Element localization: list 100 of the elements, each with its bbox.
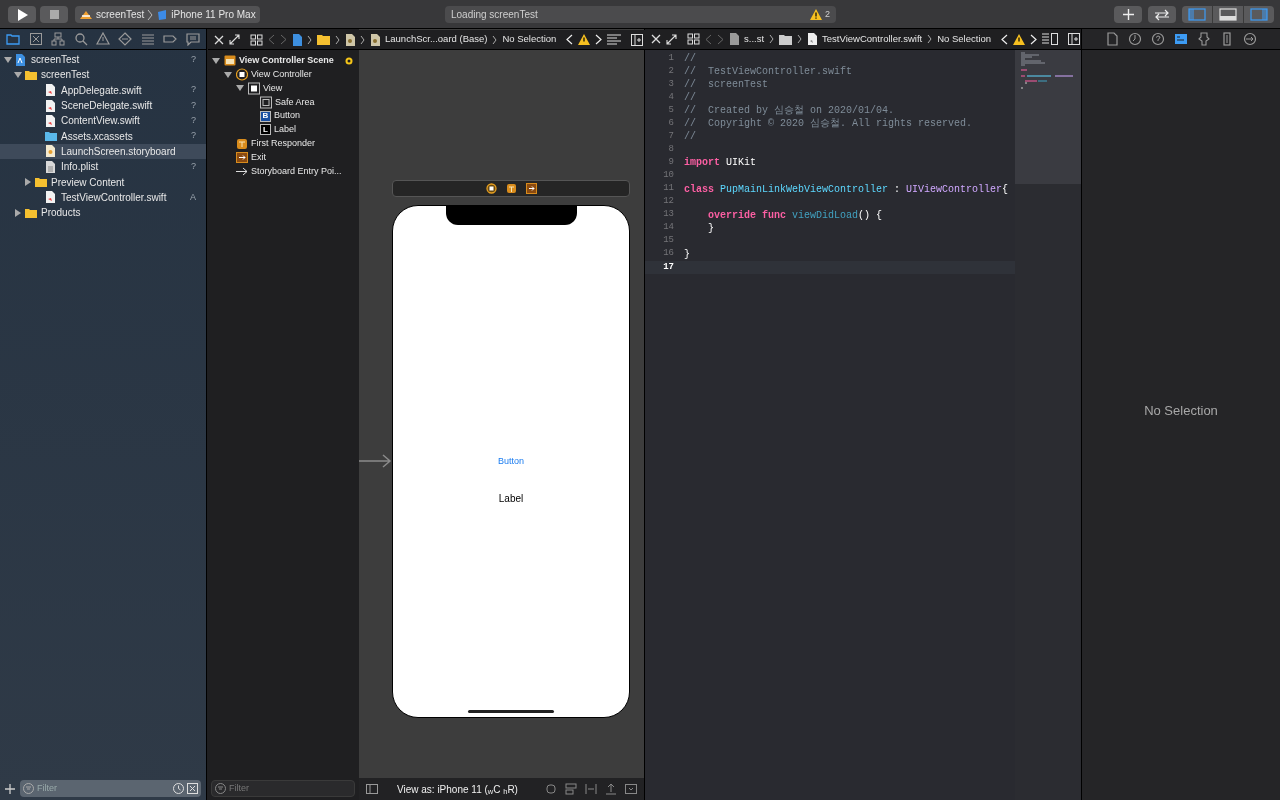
code-line: // screenTest: [684, 78, 768, 92]
storyboard-button[interactable]: Button: [498, 455, 524, 469]
search-icon[interactable]: [73, 32, 88, 46]
diamond-icon[interactable]: [118, 32, 133, 46]
filter-field[interactable]: Filter: [211, 780, 355, 797]
navigator-item[interactable]: Preview Content: [0, 174, 206, 190]
constraints-icon[interactable]: [605, 783, 617, 795]
filter-input[interactable]: Filter: [37, 781, 170, 796]
swift-file-icon[interactable]: [807, 33, 818, 45]
navigator-item[interactable]: SceneDelegate.swift ?: [0, 97, 206, 114]
exit-icon[interactable]: [525, 183, 537, 194]
back-icon[interactable]: [705, 33, 712, 45]
update-frames-icon[interactable]: [545, 783, 557, 795]
close-icon[interactable]: [214, 34, 224, 45]
storyboard-file-icon[interactable]: [370, 33, 380, 46]
outline-label: Button: [274, 109, 302, 123]
navigator-item[interactable]: TestViewController.swift A: [0, 189, 206, 205]
jump-bar-item[interactable]: TestViewController.swift: [822, 31, 923, 47]
clock-icon[interactable]: [1128, 32, 1142, 46]
jump-bar-item[interactable]: LaunchScr...oard (Base): [385, 32, 488, 47]
folder-icon[interactable]: [317, 34, 330, 45]
navigator-item[interactable]: ContentView.swift ?: [0, 113, 206, 129]
jump-bar-item[interactable]: No Selection: [502, 32, 557, 47]
back-icon[interactable]: [268, 34, 275, 45]
outline-label: Label: [274, 123, 298, 137]
previous-issue-icon[interactable]: [566, 34, 574, 45]
file-icon[interactable]: [1105, 32, 1119, 46]
identity-card-icon[interactable]: [1174, 32, 1188, 46]
library-button[interactable]: [1114, 6, 1142, 23]
outline-item[interactable]: First Responder: [207, 136, 359, 151]
run-button[interactable]: [8, 6, 36, 23]
grid-icon[interactable]: [687, 33, 700, 45]
outline-item[interactable]: View Controller Scene: [207, 54, 359, 68]
ruler-icon[interactable]: [1220, 32, 1234, 46]
expand-icon[interactable]: [229, 34, 240, 45]
outline-label: Safe Area: [275, 95, 316, 109]
add-icon[interactable]: [5, 783, 15, 794]
outline-item[interactable]: View Controller: [207, 67, 359, 82]
warning-icon[interactable]: [578, 34, 591, 45]
cube-icon[interactable]: [505, 183, 517, 194]
navigator-item[interactable]: AppDelegate.swift ?: [0, 82, 206, 98]
outline-item[interactable]: L Label: [207, 123, 359, 137]
speech-bubble-icon[interactable]: [185, 32, 200, 46]
project-file-icon[interactable]: [292, 33, 302, 46]
disclosure-triangle-icon[interactable]: [14, 208, 22, 217]
navigator-item[interactable]: Products: [0, 204, 206, 221]
code-line: // Copyright © 2020 심승철. All rights reserved.: [684, 117, 973, 131]
attributes-icon[interactable]: [1197, 32, 1211, 46]
sidebar-toggle-icon[interactable]: [366, 784, 378, 794]
line-number: 13: [662, 208, 675, 222]
resolve-icon[interactable]: [625, 783, 637, 795]
minimap-toggle-icon[interactable]: [1042, 33, 1059, 45]
warning-icon[interactable]: [95, 32, 110, 46]
navigator-item[interactable]: Assets.xcassets ?: [0, 128, 206, 144]
jump-bar-item[interactable]: s...st: [744, 31, 765, 47]
navigator-item[interactable]: screenTest: [0, 67, 206, 83]
next-issue-icon[interactable]: [595, 34, 603, 45]
line-number: 9: [667, 156, 675, 170]
folder-icon[interactable]: [779, 33, 793, 45]
status-label: ?: [191, 98, 196, 112]
filter-field[interactable]: Filter: [20, 780, 201, 797]
scheme-selector[interactable]: screenTest iPhone 11 Pro Max: [75, 6, 260, 23]
previous-issue-icon[interactable]: [1001, 33, 1009, 45]
view-controller-icon[interactable]: [485, 183, 497, 194]
storyboard-file-icon[interactable]: [345, 33, 355, 46]
outline-item[interactable]: View: [207, 81, 359, 96]
filter-input[interactable]: Filter: [229, 781, 351, 796]
project-file-icon[interactable]: [729, 33, 739, 45]
add-editor-icon[interactable]: [1068, 33, 1081, 45]
outline-item[interactable]: Safe Area: [207, 95, 359, 110]
grid-icon[interactable]: [250, 33, 263, 46]
forward-icon[interactable]: [717, 33, 724, 45]
square-x-icon[interactable]: [28, 32, 43, 46]
close-icon[interactable]: [651, 34, 661, 44]
stop-button[interactable]: [40, 6, 68, 23]
next-issue-icon[interactable]: [1030, 33, 1038, 45]
jump-bar-item[interactable]: No Selection: [937, 31, 992, 47]
arrow-circle-icon[interactable]: [1243, 32, 1257, 46]
outline-item[interactable]: B Button: [207, 109, 359, 123]
expand-icon[interactable]: [666, 33, 677, 45]
outline-item[interactable]: Storyboard Entry Poi...: [207, 164, 359, 179]
navigator-item[interactable]: LaunchScreen.storyboard: [0, 143, 206, 160]
hierarchy-icon[interactable]: [51, 32, 66, 46]
code-review-button[interactable]: [1148, 6, 1176, 23]
lines-icon[interactable]: [607, 34, 622, 45]
line-number: 1: [667, 51, 675, 65]
warning-icon[interactable]: [1013, 33, 1026, 45]
embed-icon[interactable]: [565, 783, 577, 795]
tag-icon[interactable]: [163, 32, 178, 46]
navigator-item[interactable]: screenTest ?: [0, 52, 206, 68]
outline-label: View Controller: [251, 67, 313, 81]
line-number: 8: [667, 143, 675, 157]
filter-icon: [23, 783, 34, 794]
add-editor-icon[interactable]: [631, 33, 644, 46]
line-number: 12: [662, 195, 675, 209]
disclosure-triangle-icon[interactable]: [24, 178, 32, 186]
help-icon[interactable]: [1151, 32, 1165, 46]
navigator-item[interactable]: Info.plist ?: [0, 159, 206, 175]
forward-icon[interactable]: [280, 34, 287, 45]
outline-item[interactable]: Exit: [207, 150, 359, 165]
